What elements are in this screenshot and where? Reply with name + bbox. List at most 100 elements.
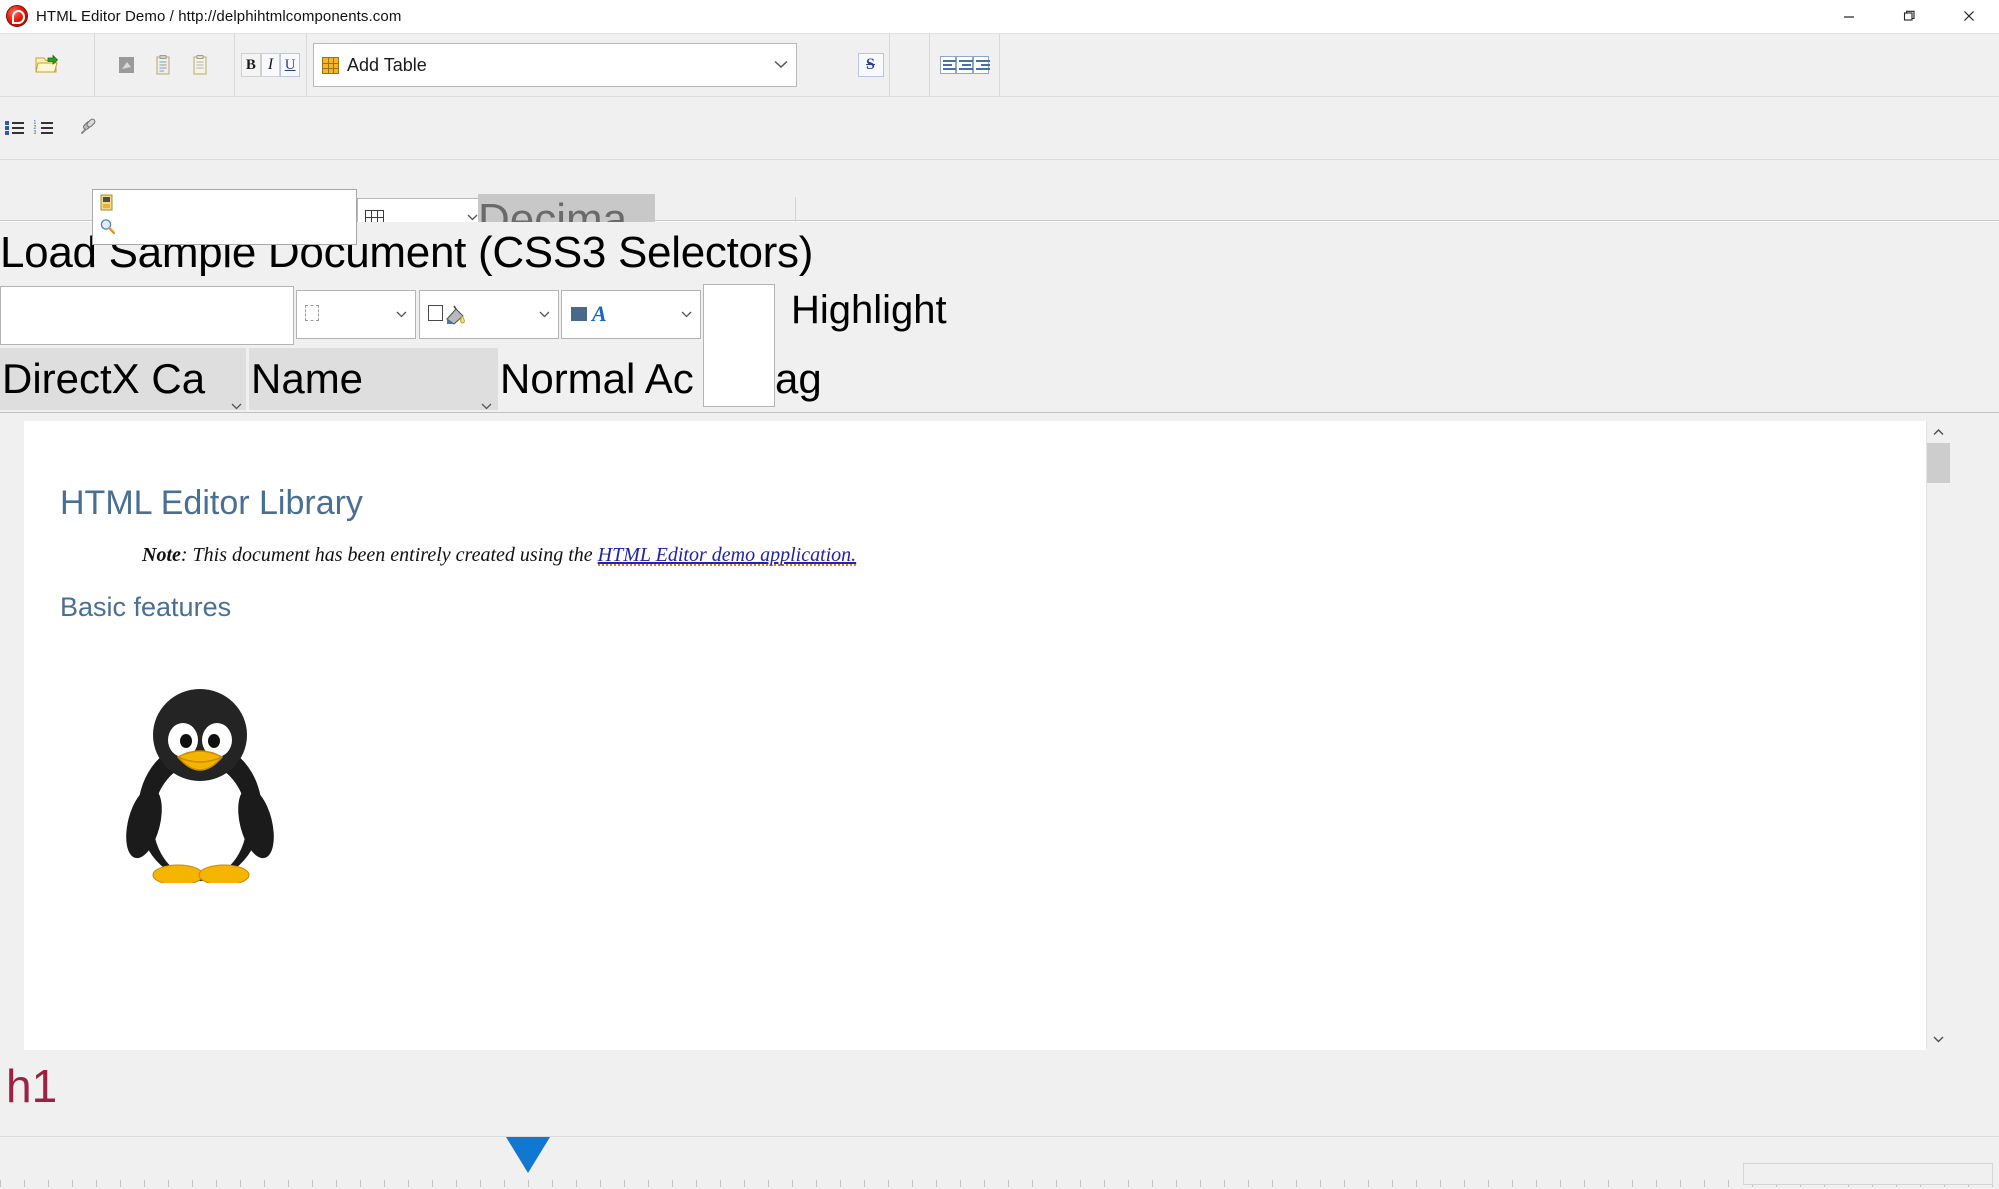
italic-button[interactable]: I [260, 53, 281, 77]
chevron-down-icon[interactable] [539, 309, 550, 321]
tux-penguin-image[interactable] [120, 683, 280, 886]
ruler-tick [1104, 1180, 1105, 1187]
ruler-tick [1560, 1180, 1561, 1187]
chevron-down-icon[interactable] [774, 56, 788, 74]
note-text: : This document has been entirely create… [180, 544, 598, 567]
strikethrough-button[interactable]: S [857, 53, 884, 77]
ruler-tick [72, 1180, 73, 1187]
current-tag-label[interactable]: h1 [6, 1063, 57, 1109]
ruler-tick [1200, 1180, 1201, 1187]
ruler-tick [552, 1180, 553, 1187]
ruler-tick [120, 1180, 121, 1187]
copy-icon[interactable] [151, 51, 179, 79]
ruler-tick [1128, 1180, 1129, 1187]
ruler-tick [240, 1180, 241, 1187]
scroll-up-arrow-icon[interactable] [1927, 421, 1950, 443]
ruler-tick [480, 1180, 481, 1187]
document-note: Note: This document has been entirely cr… [24, 522, 1950, 567]
ruler-tick [216, 1180, 217, 1187]
chevron-down-icon[interactable] [479, 375, 492, 410]
ruler-tick [1152, 1180, 1153, 1187]
status-field [1743, 1163, 1993, 1185]
ruler-tick [1584, 1180, 1585, 1187]
bulleted-list-icon[interactable] [4, 120, 25, 136]
align-center-icon[interactable] [956, 56, 974, 74]
cut-icon[interactable] [114, 51, 142, 79]
ruler-tick [456, 1180, 457, 1187]
search-icon[interactable] [99, 218, 119, 238]
chevron-down-icon[interactable] [229, 375, 242, 410]
ruler-tick [192, 1180, 193, 1187]
font-color-icon: A [592, 301, 607, 326]
document-heading-2: Basic features [60, 592, 232, 623]
toolbar-group-format: B I U [235, 34, 307, 96]
ruler-tick [432, 1180, 433, 1187]
hyperlink-icon[interactable] [79, 116, 99, 141]
paste-icon[interactable] [188, 51, 216, 79]
normal-style-label[interactable]: Normal Ac [500, 348, 694, 410]
close-button[interactable] [1939, 0, 1999, 32]
app-logo-icon [6, 5, 28, 27]
ruler-tick [1080, 1180, 1081, 1187]
add-table-combobox[interactable]: Add Table [313, 43, 797, 87]
ruler-tick [720, 1180, 721, 1187]
ruler-tick [816, 1180, 817, 1187]
add-tag-label[interactable]: ag [775, 348, 822, 410]
ruler-tick [1008, 1180, 1009, 1187]
ruler-indent-marker[interactable] [506, 1137, 550, 1173]
font-name-combobox[interactable]: DirectX Ca [0, 348, 246, 410]
ruler-tick [1464, 1180, 1465, 1187]
border-style-combobox[interactable] [296, 290, 416, 339]
font-and-style-row: DirectX Ca Name Normal Ac ag [0, 284, 1999, 410]
minimize-button[interactable] [1819, 0, 1879, 32]
ruler-tick [336, 1180, 337, 1187]
ruler-ticks [0, 1177, 1999, 1187]
toolbar-group-strikethrough: S [852, 34, 890, 96]
numbered-list-icon[interactable]: 1 2 3 [34, 120, 54, 136]
ruler-tick [1224, 1180, 1225, 1187]
ruler-tick [1272, 1180, 1273, 1187]
underline-button[interactable]: U [280, 53, 301, 77]
highlight-label[interactable]: Highlight [791, 290, 947, 330]
ruler-tick [408, 1180, 409, 1187]
window-controls [1819, 0, 1999, 32]
ruler-tick [96, 1180, 97, 1187]
style-name-combobox[interactable]: Name [249, 348, 498, 410]
chevron-down-icon[interactable] [396, 309, 407, 321]
open-document-icon[interactable] [33, 51, 61, 79]
ruler-tick [1536, 1180, 1537, 1187]
ruler-tick [744, 1180, 745, 1187]
font-color-combobox[interactable]: A [561, 290, 701, 339]
ruler-tick [0, 1180, 1, 1187]
ruler-tick [1296, 1180, 1297, 1187]
ruler-tick [312, 1180, 313, 1187]
text-input-field[interactable] [0, 286, 294, 345]
format-control-strip: A 8 Highlight DirectX Ca Name Normal Ac … [0, 284, 1999, 412]
align-left-icon[interactable] [940, 56, 957, 74]
insert-dropdown-panel[interactable] [92, 189, 357, 245]
ruler-tick [264, 1180, 265, 1187]
document-canvas[interactable]: HTML Editor Library Note: This document … [24, 421, 1950, 1050]
ruler-tick [624, 1180, 625, 1187]
bold-button[interactable]: B [241, 53, 261, 77]
ruler-tick [1392, 1180, 1393, 1187]
ruler-tick [48, 1180, 49, 1187]
ruler-tick [1320, 1180, 1321, 1187]
align-right-icon[interactable] [972, 56, 990, 74]
chevron-down-icon[interactable] [681, 309, 692, 321]
ruler-tick [1680, 1180, 1681, 1187]
toolbar-group-file [0, 34, 95, 96]
maximize-restore-button[interactable] [1879, 0, 1939, 32]
scrollbar-thumb[interactable] [1927, 443, 1950, 483]
insert-object-icon[interactable] [99, 194, 119, 214]
fill-color-combobox[interactable] [419, 290, 559, 339]
ruler-tick [384, 1180, 385, 1187]
ruler-tick [1656, 1180, 1657, 1187]
ruler-tick [672, 1180, 673, 1187]
editor-container: HTML Editor Library Note: This document … [0, 412, 1999, 1057]
scroll-down-arrow-icon[interactable] [1927, 1028, 1950, 1050]
demo-application-link[interactable]: HTML Editor demo application. [597, 544, 857, 567]
editor-vertical-scrollbar[interactable] [1926, 421, 1950, 1050]
style-name-value: Name [251, 355, 364, 402]
ruler-tick [696, 1180, 697, 1187]
